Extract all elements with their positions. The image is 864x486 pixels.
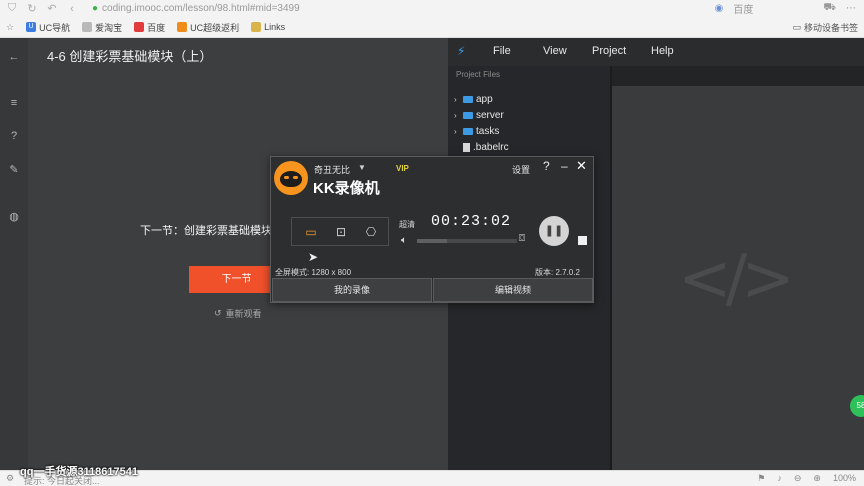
volume-level (417, 239, 447, 243)
zoom-level[interactable]: 100% (833, 473, 856, 484)
kk-recorder-window: 奇丑无比 ▼ VIP KK录像机 设置 ? – ✕ ▭ ⊡ ⎔ 超清 00:23… (270, 156, 594, 303)
pause-icon: ❚❚ (544, 225, 564, 237)
stop-button[interactable] (578, 236, 587, 245)
back-arrow-icon[interactable]: ← (7, 50, 21, 64)
reload-icon[interactable]: ↻ (24, 2, 40, 15)
secure-icon: ● (92, 3, 99, 14)
tree-folder-tasks[interactable]: › tasks (454, 124, 499, 138)
mouse-cursor-icon: ➤ (308, 250, 319, 264)
file-icon (463, 142, 470, 152)
replay-button[interactable]: ↺ 重新观看 (214, 307, 262, 320)
bookmark-links[interactable]: Links (251, 22, 285, 32)
region-mode-icon[interactable]: ⊡ (328, 222, 354, 242)
address-bar[interactable]: ● coding.imooc.com/lesson/98.html#mid=34… (92, 3, 300, 14)
rebate-icon (177, 22, 188, 32)
shield-icon[interactable]: ⛉ (4, 2, 20, 15)
next-lesson-text: 下一节：创建彩票基础模块 (140, 225, 272, 237)
baidu-icon (134, 22, 145, 32)
menu-icon[interactable]: ⋯ (846, 3, 856, 14)
version-label: 版本: 2.7.0.2 (535, 268, 580, 277)
camera-icon[interactable]: ⌼ (519, 233, 525, 244)
code-brackets-icon: </> (678, 242, 795, 316)
question-icon[interactable]: ? (7, 129, 21, 143)
bookmark-uc-rebate[interactable]: UC超级返利 (177, 21, 239, 34)
menu-file[interactable]: File (493, 45, 511, 57)
avatar[interactable]: ◍ (7, 210, 21, 224)
folder-icon (463, 127, 473, 135)
record-mode-group: ▭ ⊡ ⎔ (291, 217, 389, 246)
bookmark-aitaobao[interactable]: 爱淘宝 (82, 21, 122, 34)
star-icon[interactable]: ☆ (6, 22, 14, 33)
mobile-bookmarks[interactable]: ▭ 移动设备书签 (792, 17, 858, 38)
status-right: ⚑ ♪ ⊖ ⊕ 100% (757, 473, 856, 484)
ide-menubar: ⚡ File View Project Help (448, 38, 864, 66)
cart-icon[interactable]: ⛟ (823, 2, 836, 15)
url-text[interactable]: coding.imooc.com/lesson/98.html#mid=3499 (102, 3, 300, 14)
chevron-right-icon: › (454, 126, 457, 136)
volume-icon[interactable]: 🔈︎ (401, 235, 407, 246)
list-icon[interactable]: ≡ (7, 96, 21, 110)
undo-icon[interactable]: ↶ (44, 2, 60, 15)
lesson-title: 4-6 创建彩票基础模块（上） (47, 49, 213, 64)
zoom-in-icon[interactable]: ⊕ (813, 473, 821, 484)
settings-icon[interactable]: ⚙ (6, 473, 14, 484)
watermark-text: qq一手货源3118617541 (20, 466, 139, 478)
game-mode-icon[interactable]: ⎔ (358, 222, 384, 242)
help-icon[interactable]: ? (543, 159, 550, 173)
fullscreen-mode-info: 全屏模式: 1280 x 800 (275, 268, 352, 277)
folder-icon (251, 22, 262, 32)
account-icon[interactable]: ◉ (715, 3, 724, 14)
folder-icon (463, 111, 473, 119)
flag-icon[interactable]: ⚑ (757, 473, 765, 484)
sound-icon[interactable]: ♪ (777, 473, 782, 484)
menu-help[interactable]: Help (651, 45, 674, 57)
kk-app-title: KK录像机 (313, 180, 380, 197)
minimize-icon[interactable]: – (561, 159, 568, 173)
replay-icon: ↺ (214, 308, 222, 318)
menu-view[interactable]: View (543, 45, 567, 57)
bookmark-uc-nav[interactable]: U UC导航 (26, 21, 70, 34)
ide-logo-icon: ⚡ (457, 44, 466, 58)
tree-file-babelrc[interactable]: .babelrc (454, 140, 509, 154)
chevron-right-icon: › (454, 94, 457, 104)
tree-header: Project Files (456, 70, 501, 79)
close-icon[interactable]: ✕ (576, 158, 587, 174)
page-icon (82, 22, 93, 32)
kk-settings-button[interactable]: 设置 (512, 163, 530, 176)
folder-icon (463, 95, 473, 103)
chevron-right-icon: › (454, 110, 457, 120)
tree-folder-server[interactable]: › server (454, 108, 504, 122)
kk-logo-icon (274, 161, 308, 195)
my-recordings-button[interactable]: 我的录像 (272, 278, 432, 302)
kk-username[interactable]: 奇丑无比 (314, 163, 350, 176)
uc-icon: U (26, 22, 37, 32)
volume-slider[interactable] (417, 239, 517, 243)
edit-video-button[interactable]: 编辑视频 (433, 278, 593, 302)
search-engine-label[interactable]: 百度 (733, 1, 753, 16)
back-icon[interactable]: ‹ (64, 3, 80, 15)
bookmarks-bar: ☆ U UC导航 爱淘宝 百度 UC超级返利 Links ▭ 移动设备书签 (0, 17, 864, 38)
browser-toolbar: ⛉ ↻ ↶ ‹ ● coding.imooc.com/lesson/98.htm… (0, 0, 864, 17)
menu-project[interactable]: Project (592, 45, 626, 57)
folder-icon: ▭ (792, 22, 801, 32)
bookmark-baidu[interactable]: 百度 (134, 21, 165, 34)
zoom-out-icon[interactable]: ⊖ (794, 473, 802, 484)
chevron-down-icon[interactable]: ▼ (358, 163, 366, 172)
fullscreen-mode-icon[interactable]: ▭ (298, 222, 324, 242)
edit-icon[interactable]: ✎ (7, 163, 21, 177)
quality-selector[interactable]: 超清 (399, 219, 415, 230)
player-sidebar: ← ≡ ? ✎ ◍ (0, 38, 28, 470)
tree-folder-app[interactable]: › app (454, 92, 493, 106)
pause-button[interactable]: ❚❚ (539, 216, 569, 246)
toolbar-right: ◉ 百度 ⛟ ⋯ (715, 0, 856, 17)
record-timer: 00:23:02 (431, 213, 512, 230)
vip-badge[interactable]: VIP (396, 164, 409, 173)
